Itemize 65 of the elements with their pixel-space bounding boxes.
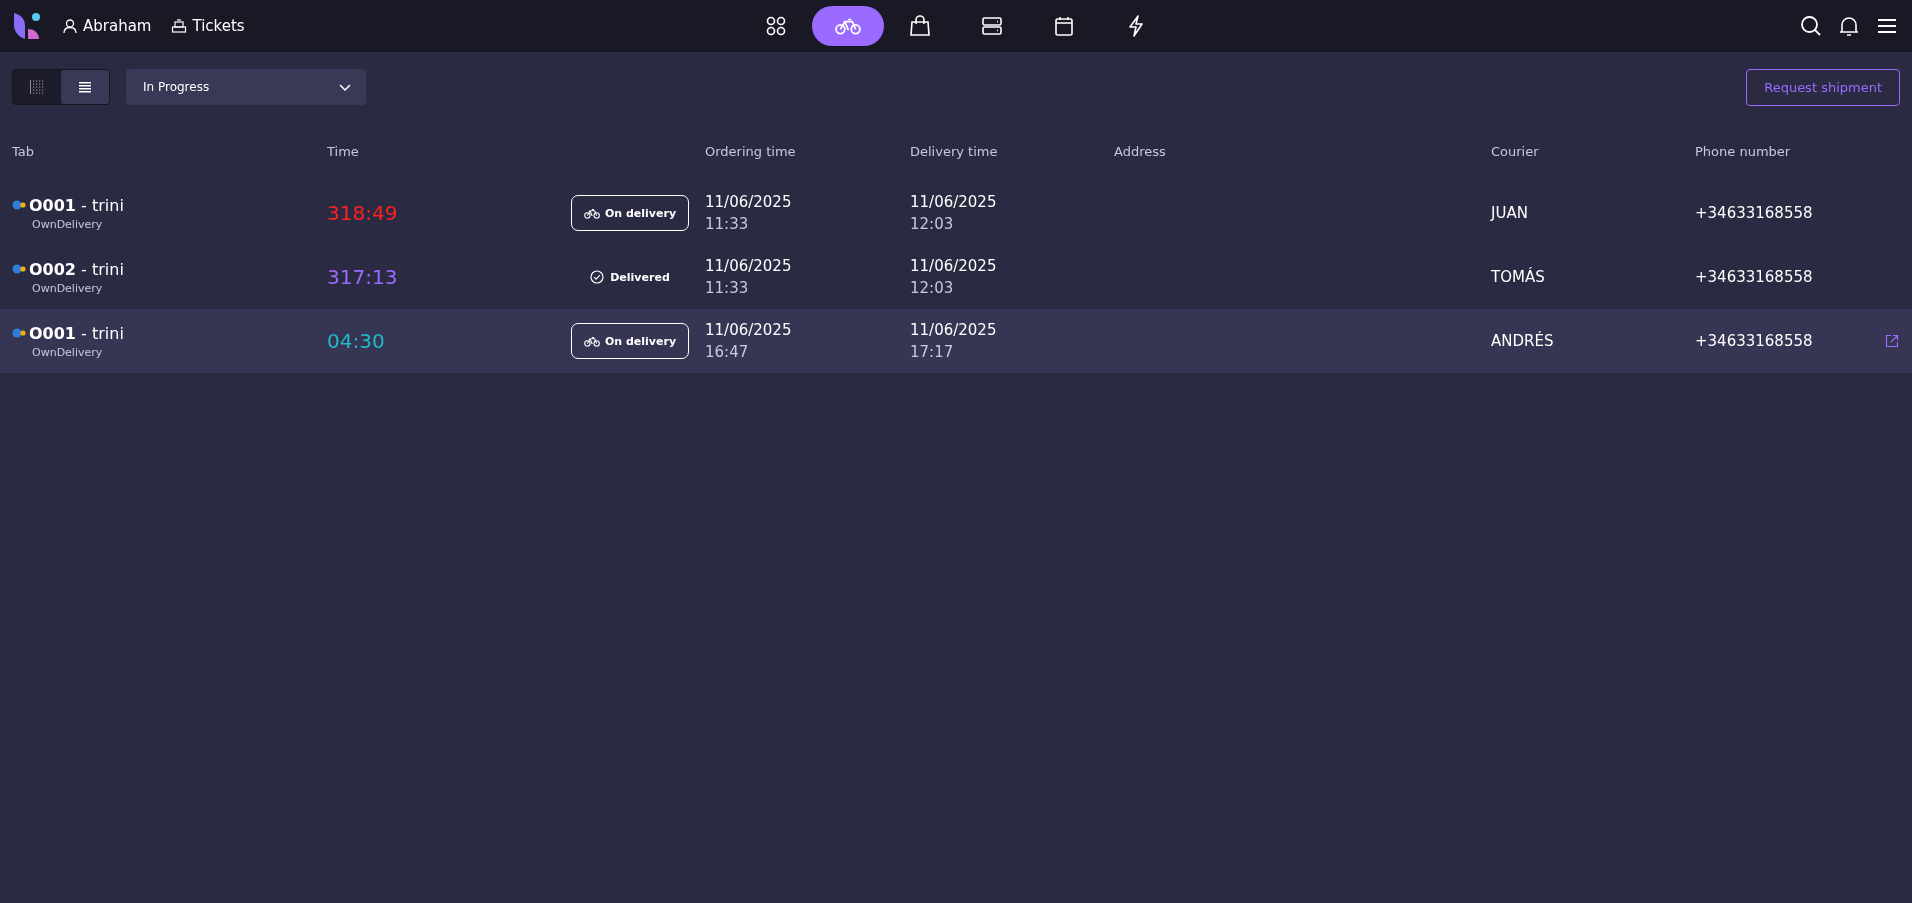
list-icon [78, 80, 92, 94]
order-time: 11:33 [705, 215, 750, 233]
order-date: 11/06/2025 [705, 257, 793, 275]
status-dots-icon [12, 328, 26, 338]
user-link[interactable]: Abraham [62, 17, 152, 35]
courier-name: JUAN [1491, 204, 1529, 222]
delivery-date: 11/06/2025 [910, 321, 998, 339]
status-dots-icon [12, 264, 26, 274]
column-header: Delivery time [910, 143, 999, 159]
tickets-link[interactable]: Tickets [171, 17, 245, 35]
nav-tab[interactable] [812, 6, 884, 46]
search-icon[interactable] [1800, 15, 1822, 37]
delivery-time: 17:17 [910, 343, 955, 361]
order-name: O002 - trini [29, 259, 124, 279]
order-time: 16:47 [705, 343, 750, 361]
notification-bell-icon[interactable] [1838, 15, 1860, 37]
request-shipment-button[interactable]: Request shipment [1746, 68, 1900, 106]
phone-number: +34633168558 [1695, 268, 1814, 286]
elapsed-timer: 04:30 [327, 329, 386, 353]
bicycle-icon [835, 17, 861, 35]
courier-name: TOMÁS [1491, 268, 1546, 286]
logo-icon[interactable] [12, 11, 42, 41]
grid-icon [30, 80, 44, 94]
external-link-icon[interactable] [1885, 334, 1899, 348]
column-header: Courier [1491, 143, 1540, 159]
order-row[interactable]: O001 - trini OwnDelivery 04:30 On delivery 11/06/2025 16:47 11/06/2025 17:17 ANDRÉS +34633168558 [0, 309, 1912, 373]
cash-register-icon [171, 18, 188, 34]
elapsed-timer: 317:13 [327, 265, 399, 289]
server-icon [981, 15, 1003, 37]
courier-name: ANDRÉS [1491, 332, 1555, 350]
calendar-icon [1053, 15, 1075, 37]
status-dots-icon [12, 200, 26, 210]
on-delivery-button[interactable]: On delivery [570, 323, 690, 359]
order-row[interactable]: O001 - trini OwnDelivery 318:49 On delivery 11/06/2025 11:33 11/06/2025 12:03 JUAN +34633168558 [0, 181, 1912, 245]
delivery-time: 12:03 [910, 279, 955, 297]
delivery-date: 11/06/2025 [910, 193, 998, 211]
elapsed-timer: 318:49 [327, 201, 399, 225]
column-header: Phone number [1695, 143, 1792, 159]
phone-number: +34633168558 [1695, 332, 1814, 350]
shopping-bag-icon [909, 15, 931, 37]
apps-icon [765, 15, 787, 37]
column-header: Ordering time [705, 143, 797, 159]
user-icon [62, 18, 78, 34]
order-time: 11:33 [705, 279, 750, 297]
check-circle-icon [590, 270, 605, 284]
order-row[interactable]: O002 - trini OwnDelivery 317:13 Delivered 11/06/2025 11:33 11/06/2025 12:03 TOMÁS +34633168558 [0, 245, 1912, 309]
delivery-channel: OwnDelivery [32, 345, 104, 359]
delivery-channel: OwnDelivery [32, 217, 104, 231]
delivery-channel: OwnDelivery [32, 281, 104, 295]
delivery-date: 11/06/2025 [910, 257, 998, 275]
bicycle-icon [583, 335, 600, 347]
delivered-status: Delivered [590, 270, 670, 284]
delivery-time: 12:03 [910, 215, 955, 233]
column-header: Time [327, 143, 360, 159]
phone-number: +34633168558 [1695, 204, 1814, 222]
column-header: Tab [12, 143, 35, 159]
order-name: O001 - trini [29, 323, 124, 343]
order-name: O001 - trini [29, 195, 124, 215]
column-header: Address [1114, 143, 1167, 159]
order-date: 11/06/2025 [705, 193, 793, 211]
status-dropdown[interactable]: In Progress [126, 69, 366, 105]
order-date: 11/06/2025 [705, 321, 793, 339]
bicycle-icon [583, 207, 600, 219]
on-delivery-button[interactable]: On delivery [570, 195, 690, 231]
list-view-button[interactable] [61, 70, 109, 104]
